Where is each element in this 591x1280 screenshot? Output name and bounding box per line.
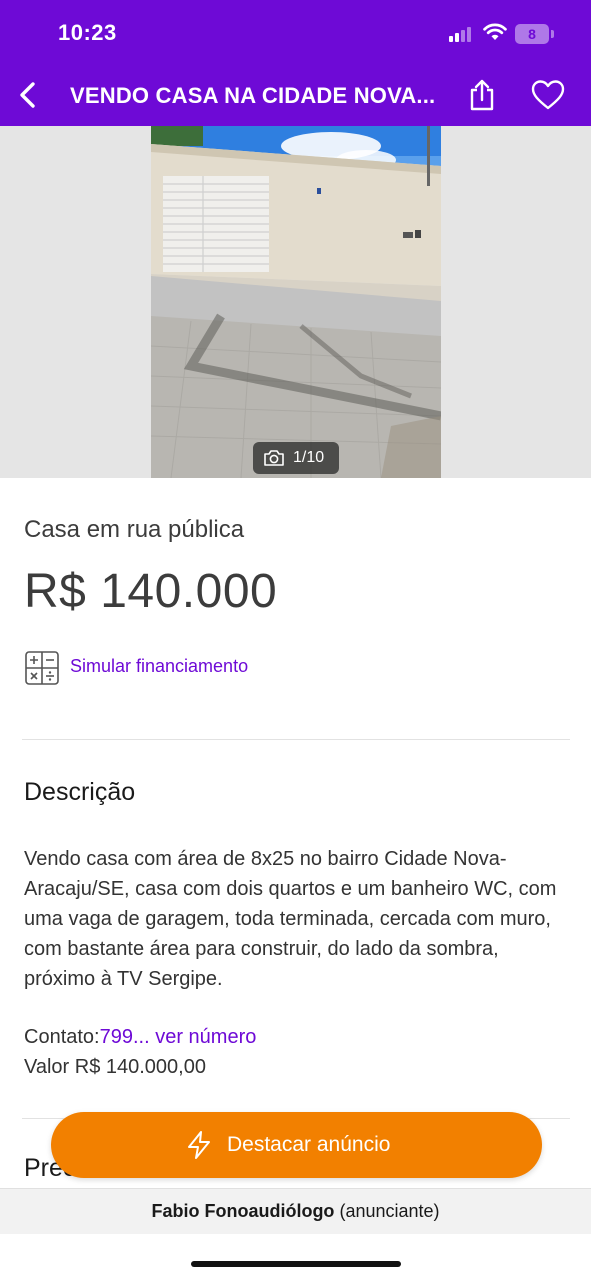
status-bar: 10:23 8 [0,0,591,64]
page-title: VENDO CASA NA CIDADE NOVA... [70,83,436,108]
contact-prefix: Contato: [24,1026,100,1048]
show-phone-link[interactable]: 799... ver número [100,1026,257,1048]
battery-indicator: 8 [515,24,549,44]
property-subtitle: Casa em rua pública [24,516,245,543]
share-icon[interactable] [466,78,498,112]
nav-bar: VENDO CASA NA CIDADE NOVA... [0,64,591,126]
highlight-ad-label[interactable]: Destacar anúncio [227,1133,390,1157]
calculator-icon [25,651,59,685]
section-divider [22,739,570,740]
property-price: R$ 140.000 [24,565,278,618]
lightning-bolt-icon [188,1131,210,1159]
camera-icon [264,450,284,466]
highlight-ad-button[interactable]: Destacar anúncio [51,1112,542,1178]
description-title: Descrição [24,778,136,806]
advertiser-bar[interactable]: Fabio Fonoaudiólogo (anunciante) [0,1188,591,1234]
heart-icon[interactable] [530,78,566,112]
status-time: 10:23 [58,20,117,45]
battery-tip [551,30,554,38]
photo-gallery[interactable]: 1/10 [0,126,591,478]
property-photo[interactable] [151,126,441,478]
value-line: Valor R$ 140.000,00 [24,1056,206,1078]
photo-counter: 1/10 [253,442,339,474]
simulate-financing-link[interactable]: Simular financiamento [24,650,284,686]
wifi-icon [483,23,507,40]
advertiser-name[interactable]: Fabio Fonoaudiólogo [151,1201,334,1221]
cellular-signal-icon [449,26,475,42]
home-indicator [191,1261,401,1267]
photo-counter-text: 1/10 [293,449,325,466]
back-arrow-icon[interactable] [12,77,46,113]
contact-line: Contato:799... ver número [24,1026,256,1049]
simulate-financing-label[interactable]: Simular financiamento [70,656,248,677]
description-body: Vendo casa com área de 8x25 no bairro Ci… [24,848,557,990]
advertiser-role: (anunciante) [339,1201,440,1221]
app-header: 10:23 8 VENDO CASA NA CIDADE NOVA... [0,0,591,126]
bottom-safe-area [0,1234,591,1280]
